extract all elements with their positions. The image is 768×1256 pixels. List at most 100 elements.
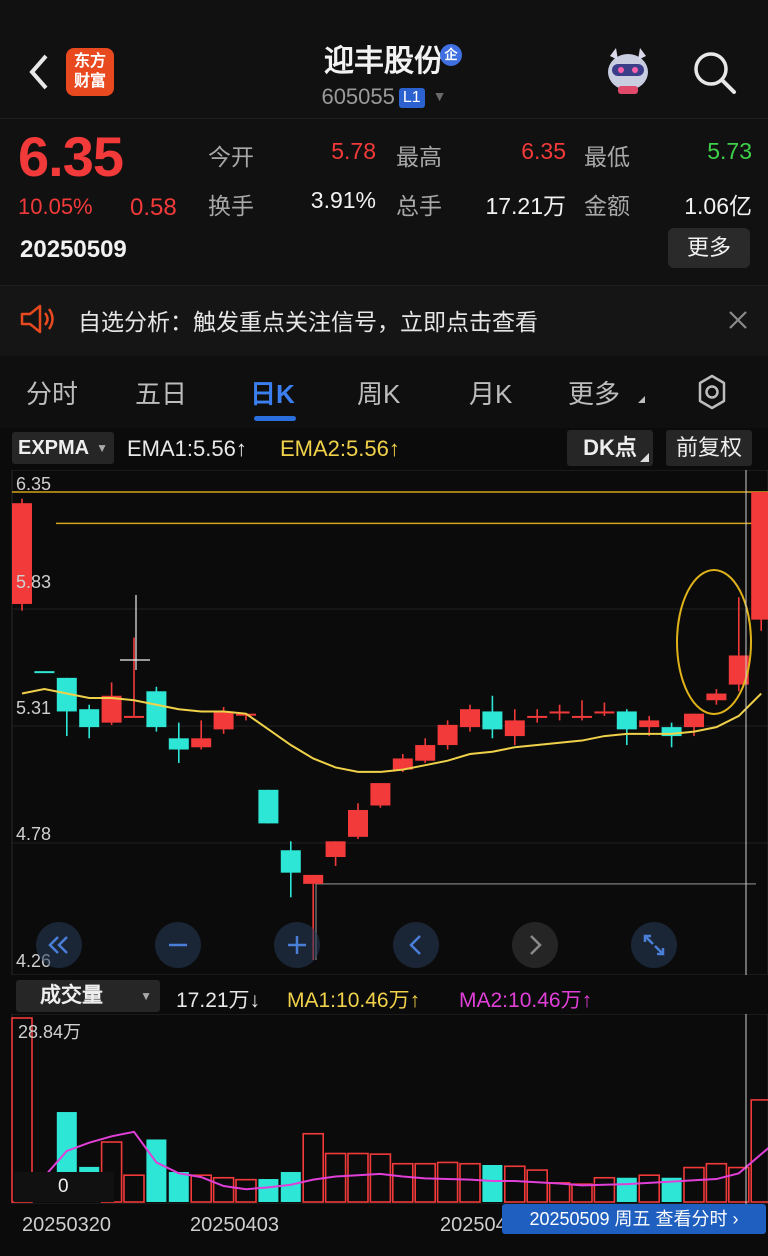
level-badge: L1 <box>398 88 425 108</box>
view-intraday-tip[interactable]: 20250509 周五 查看分时 › <box>502 1204 766 1234</box>
volume-bar <box>235 1178 257 1203</box>
candle-body <box>639 720 660 728</box>
candle-body <box>348 809 368 837</box>
mascot-icon[interactable] <box>600 46 656 96</box>
candle-body <box>124 715 144 718</box>
candle-body <box>213 711 234 730</box>
volume-bar <box>548 1182 571 1203</box>
candle-body <box>527 715 548 718</box>
more-quote-button[interactable]: 更多 <box>668 228 750 268</box>
volume-bar <box>280 1172 301 1202</box>
volume-bar <box>414 1162 437 1203</box>
candle-body <box>258 789 279 824</box>
volume-ma-line <box>21 1130 768 1192</box>
zoom-out-button[interactable] <box>155 922 201 968</box>
high-value: 6.35 <box>521 138 566 164</box>
close-icon[interactable] <box>726 308 750 337</box>
open-label: 今开 <box>208 144 254 170</box>
minus-icon <box>169 943 187 947</box>
candle-body <box>549 711 570 714</box>
y-label-4: 4.78 <box>16 824 52 844</box>
zoom-in-button[interactable] <box>274 922 320 968</box>
turnover-label: 换手 <box>208 193 254 219</box>
volume-bar <box>212 1176 235 1203</box>
volume-bar <box>258 1179 279 1202</box>
amount-label: 金额 <box>584 193 630 219</box>
candle-body <box>146 691 167 728</box>
candle-body <box>460 709 480 728</box>
chevron-right-icon <box>530 935 542 955</box>
y-label-3: 5.31 <box>16 698 52 718</box>
stock-code: 605055 <box>321 84 395 109</box>
volume-bar <box>638 1174 661 1203</box>
main-indicator-select[interactable]: EXPMA ▼ <box>12 432 114 464</box>
volume-bar <box>369 1153 392 1203</box>
tab-more[interactable]: 更多 <box>568 374 620 411</box>
low-value: 5.73 <box>707 138 752 164</box>
plus-icon <box>288 936 306 954</box>
tab-five-day[interactable]: 五日 <box>135 374 187 411</box>
candle-body <box>79 709 100 728</box>
volume-bar <box>482 1164 503 1202</box>
chevron-left-icon <box>409 935 421 955</box>
more-corner-icon <box>638 396 645 403</box>
search-button[interactable] <box>690 48 738 96</box>
volume-bar <box>526 1169 549 1203</box>
scroll-left-button[interactable] <box>393 922 439 968</box>
volume-bar <box>705 1162 728 1203</box>
adjust-price-button[interactable]: 前复权 <box>666 430 752 466</box>
corner-icon <box>640 453 649 462</box>
candle-body <box>684 713 704 728</box>
notice-text[interactable]: 自选分析：触发重点关注信号，立即点击查看 <box>78 303 538 337</box>
candle-body <box>101 695 122 723</box>
ema1-readout: EMA1:5.56↑ <box>127 436 247 461</box>
candle-body <box>616 711 637 730</box>
candle-body <box>168 738 189 750</box>
vol-ma1-readout: MA1:10.46万↑ <box>287 989 421 1012</box>
y-label-top: 6.35 <box>16 474 52 494</box>
volume-bar <box>683 1166 705 1203</box>
volume-bar <box>123 1174 145 1203</box>
volume-bar <box>347 1152 369 1203</box>
volume-bar <box>146 1139 167 1202</box>
candle-body <box>191 738 212 748</box>
candle-body <box>572 715 592 718</box>
volume-readout: 17.21万↓ <box>176 989 261 1012</box>
double-chevron-left-icon <box>48 936 68 954</box>
dk-point-button[interactable]: DK点 <box>567 430 653 466</box>
fullscreen-button[interactable] <box>631 922 677 968</box>
tab-daily-k[interactable]: 日K <box>250 374 295 411</box>
open-value: 5.78 <box>331 138 376 164</box>
volume-bar <box>459 1162 481 1203</box>
last-price: 6.35 <box>18 125 124 188</box>
scroll-right-button[interactable] <box>512 922 558 968</box>
candle-body <box>34 671 55 674</box>
ema-line <box>21 688 762 773</box>
tab-monthly-k[interactable]: 月K <box>469 374 512 411</box>
volume-chart[interactable] <box>0 1014 768 1204</box>
expand-icon <box>643 934 665 956</box>
volume-bar <box>593 1176 616 1203</box>
candle-body <box>751 492 768 620</box>
volume-zero-box: 0 <box>14 1172 114 1202</box>
y-label-2: 5.83 <box>16 572 52 592</box>
signal-highlight <box>676 569 752 715</box>
volume-bar <box>503 1165 526 1203</box>
sub-indicator-select[interactable]: 成交量 ▼ <box>16 980 160 1012</box>
low-label: 最低 <box>584 144 630 170</box>
chevron-right-icon: › <box>732 1209 739 1229</box>
candle-body <box>415 745 436 761</box>
gear-icon[interactable] <box>694 374 730 415</box>
tab-weekly-k[interactable]: 周K <box>357 374 400 411</box>
vol-ma2-readout: MA2:10.46万↑ <box>459 989 593 1012</box>
tab-intraday[interactable]: 分时 <box>26 374 78 411</box>
scroll-left-fast-button[interactable] <box>36 922 82 968</box>
candle-body <box>280 850 301 873</box>
x-label-2: 20250403 <box>190 1214 279 1236</box>
kline-chart[interactable] <box>0 470 768 975</box>
caret-down-icon: ▼ <box>96 441 108 455</box>
speaker-icon <box>18 302 58 341</box>
candle-body <box>482 711 503 730</box>
volume-max-label: 28.84万 <box>18 1022 82 1042</box>
volume-bar <box>168 1172 189 1202</box>
